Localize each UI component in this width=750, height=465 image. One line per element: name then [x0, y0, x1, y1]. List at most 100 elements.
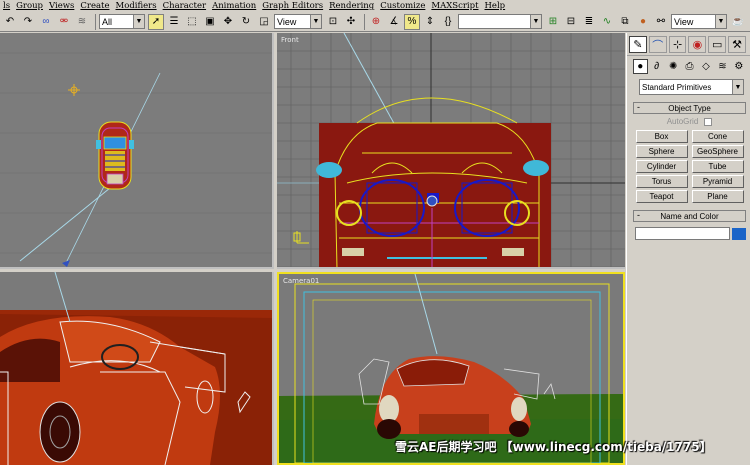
quick-render-icon[interactable]: ☕	[730, 14, 746, 30]
motion-tab-icon[interactable]: ◉	[688, 36, 707, 53]
viewport-label[interactable]: Camera01	[283, 277, 319, 285]
window-crossing-icon[interactable]: ▣	[202, 14, 218, 30]
geometry-icon[interactable]: ●	[633, 59, 648, 74]
angle-snap-icon[interactable]: ∡	[386, 14, 402, 30]
menu-item-animation[interactable]: Animation	[209, 0, 259, 12]
pivot-center-icon[interactable]: ⊡	[325, 14, 341, 30]
mirror-icon[interactable]: ⊞	[545, 14, 561, 30]
helpers-icon[interactable]: ◇	[699, 59, 713, 74]
chevron-down-icon: ▼	[732, 80, 743, 94]
modify-tab-icon[interactable]: ⌒	[648, 36, 667, 53]
viewport-perspective[interactable]	[0, 272, 274, 465]
menu-item-modifiers[interactable]: Modifiers	[113, 0, 160, 12]
named-selection-sets-dropdown[interactable]: ▼	[458, 14, 542, 29]
primitive-category-dropdown[interactable]: Standard Primitives ▼	[639, 79, 744, 95]
right-mirror	[523, 160, 549, 176]
collapse-toggle[interactable]: -	[637, 102, 640, 112]
curve-editor-icon[interactable]: ∿	[599, 14, 615, 30]
menu-item-create[interactable]: Create	[77, 0, 112, 12]
percent-snap-icon[interactable]: %	[404, 13, 420, 30]
primitive-category-value: Standard Primitives	[642, 82, 712, 92]
display-tab-icon[interactable]: ▭	[708, 36, 727, 53]
sphere-button[interactable]: Sphere	[635, 145, 688, 158]
utilities-tab-icon[interactable]: ⚒	[728, 36, 746, 53]
name-and-color-title: Name and Color	[660, 211, 719, 221]
reference-coordinate-dropdown[interactable]: View ▼	[274, 14, 322, 29]
systems-icon[interactable]: ⚙	[732, 59, 746, 74]
select-object-icon[interactable]: ➚	[148, 13, 164, 30]
material-editor-icon[interactable]: ●	[635, 14, 651, 30]
axis-tripod-icon	[293, 231, 309, 244]
rotate-icon[interactable]: ↻	[238, 14, 254, 30]
align-icon[interactable]: ⊟	[563, 14, 579, 30]
name-row	[633, 227, 746, 240]
viewport-top[interactable]	[0, 33, 274, 269]
undo-icon[interactable]: ↶	[2, 14, 18, 30]
reference-coordinate-value: View	[277, 16, 297, 27]
name-and-color-header[interactable]: - Name and Color	[633, 210, 746, 222]
link-icon[interactable]: ∞	[38, 14, 54, 30]
name-and-color-rollout: - Name and Color	[633, 210, 746, 240]
redo-icon[interactable]: ↷	[20, 14, 36, 30]
top-viewport-canvas	[0, 52, 272, 267]
viewport-camera[interactable]: Camera01	[277, 272, 625, 465]
select-by-name-icon[interactable]: ☰	[166, 14, 182, 30]
pyramid-button[interactable]: Pyramid	[691, 175, 744, 188]
viewport-label[interactable]: Front	[281, 36, 299, 44]
autogrid-checkbox[interactable]	[704, 117, 713, 126]
cone-button[interactable]: Cone	[691, 130, 744, 143]
chevron-down-icon: ▼	[310, 15, 321, 28]
region-select-icon[interactable]: ⬚	[184, 14, 200, 30]
selection-filter-dropdown[interactable]: All ▼	[99, 14, 145, 29]
menu-item-help[interactable]: Help	[482, 0, 509, 12]
render-type-dropdown[interactable]: View ▼	[671, 14, 727, 29]
menu-item-character[interactable]: Character	[160, 0, 209, 12]
car-top-wireframe	[96, 121, 134, 190]
menu-item-graph-editors[interactable]: Graph Editors	[259, 0, 326, 12]
cameras-icon[interactable]: ⎙	[682, 59, 696, 74]
scale-icon[interactable]: ◲	[256, 14, 272, 30]
object-type-header[interactable]: - Object Type	[633, 102, 746, 114]
camera-gizmo-icon	[62, 260, 70, 267]
spinner-snap-icon[interactable]: ⇕	[422, 14, 438, 30]
layer-manager-icon[interactable]: ≣	[581, 14, 597, 30]
menu-item-customize[interactable]: Customize	[377, 0, 428, 12]
select-manipulate-icon[interactable]: ✣	[343, 14, 359, 30]
menu-item-views[interactable]: Views	[46, 0, 77, 12]
edit-named-selections-icon[interactable]: {}	[440, 14, 456, 30]
torus-button[interactable]: Torus	[635, 175, 688, 188]
create-category-tabs: ● ∂ ✺ ⎙ ◇ ≋ ⚙	[627, 55, 750, 77]
menu-item-tools[interactable]: ls	[0, 0, 13, 12]
snap-toggle-icon[interactable]: ⊕	[368, 14, 384, 30]
shapes-icon[interactable]: ∂	[650, 59, 664, 74]
unlink-icon[interactable]: ⚮	[56, 14, 72, 30]
camera-viewport-canvas	[279, 274, 623, 463]
box-button[interactable]: Box	[635, 130, 688, 143]
command-panel: ✎ ⌒ ⊹ ◉ ▭ ⚒ ● ∂ ✺ ⎙ ◇ ≋ ⚙ Standard Primi…	[626, 33, 750, 465]
render-scene-icon[interactable]: ⚯	[653, 14, 669, 30]
geosphere-button[interactable]: GeoSphere	[691, 145, 744, 158]
collapse-toggle[interactable]: -	[637, 210, 640, 220]
bind-space-warp-icon[interactable]: ≋	[74, 14, 90, 30]
menu-item-group[interactable]: Group	[13, 0, 46, 12]
viewport-front[interactable]: Front	[277, 33, 625, 269]
car-front-wireframe	[319, 97, 551, 267]
object-name-field[interactable]	[635, 227, 730, 240]
tube-button[interactable]: Tube	[691, 160, 744, 173]
main-toolbar: ↶ ↷ ∞ ⚮ ≋ All ▼ ➚ ☰ ⬚ ▣ ✥ ↻ ◲ View ▼ ⊡ ✣…	[0, 12, 750, 32]
create-tab-icon[interactable]: ✎	[629, 36, 647, 53]
space-warps-icon[interactable]: ≋	[715, 59, 729, 74]
move-icon[interactable]: ✥	[220, 14, 236, 30]
cylinder-button[interactable]: Cylinder	[635, 160, 688, 173]
menu-item-rendering[interactable]: Rendering	[326, 0, 377, 12]
teapot-button[interactable]: Teapot	[635, 190, 688, 203]
object-color-swatch[interactable]	[732, 227, 746, 240]
schematic-view-icon[interactable]: ⧉	[617, 14, 633, 30]
hierarchy-tab-icon[interactable]: ⊹	[668, 36, 687, 53]
lights-icon[interactable]: ✺	[666, 59, 680, 74]
autogrid-option: AutoGrid	[633, 115, 746, 128]
chevron-down-icon: ▼	[715, 15, 726, 28]
plane-button[interactable]: Plane	[691, 190, 744, 203]
menu-item-maxscript[interactable]: MAXScript	[428, 0, 481, 12]
chevron-down-icon: ▼	[530, 15, 541, 28]
